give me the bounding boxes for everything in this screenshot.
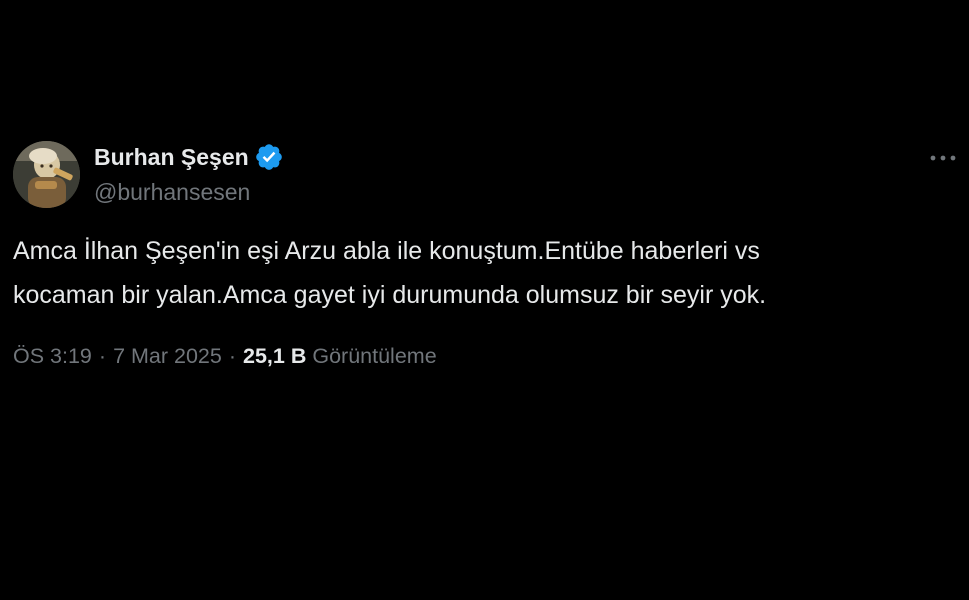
tweet-date[interactable]: 7 Mar 2025 [113,344,222,369]
verified-badge-icon[interactable] [254,142,284,172]
views-count[interactable]: 25,1 B [243,344,306,369]
tweet-text: Amca İlhan Şeşen'in eşi Arzu abla ile ko… [13,237,767,309]
avatar-photo [13,141,80,208]
views-label: Görüntüleme [312,343,437,368]
tweet-time[interactable]: ÖS 3:19 [13,344,92,369]
tweet-meta: ÖS 3:19 · 7 Mar 2025 · 25,1 B Görüntülem… [13,341,437,371]
more-options-icon[interactable] [927,147,959,169]
author-handle[interactable]: @burhansesen [94,178,250,206]
meta-separator: · [228,343,236,368]
author-display-name[interactable]: Burhan Şeşen [94,143,249,171]
meta-separator: · [98,343,107,368]
avatar[interactable] [13,141,80,208]
author-name-row: Burhan Şeşen [94,143,284,171]
tweet: Burhan Şeşen @burhansesen Amca İlhan Şeş… [0,0,969,600]
